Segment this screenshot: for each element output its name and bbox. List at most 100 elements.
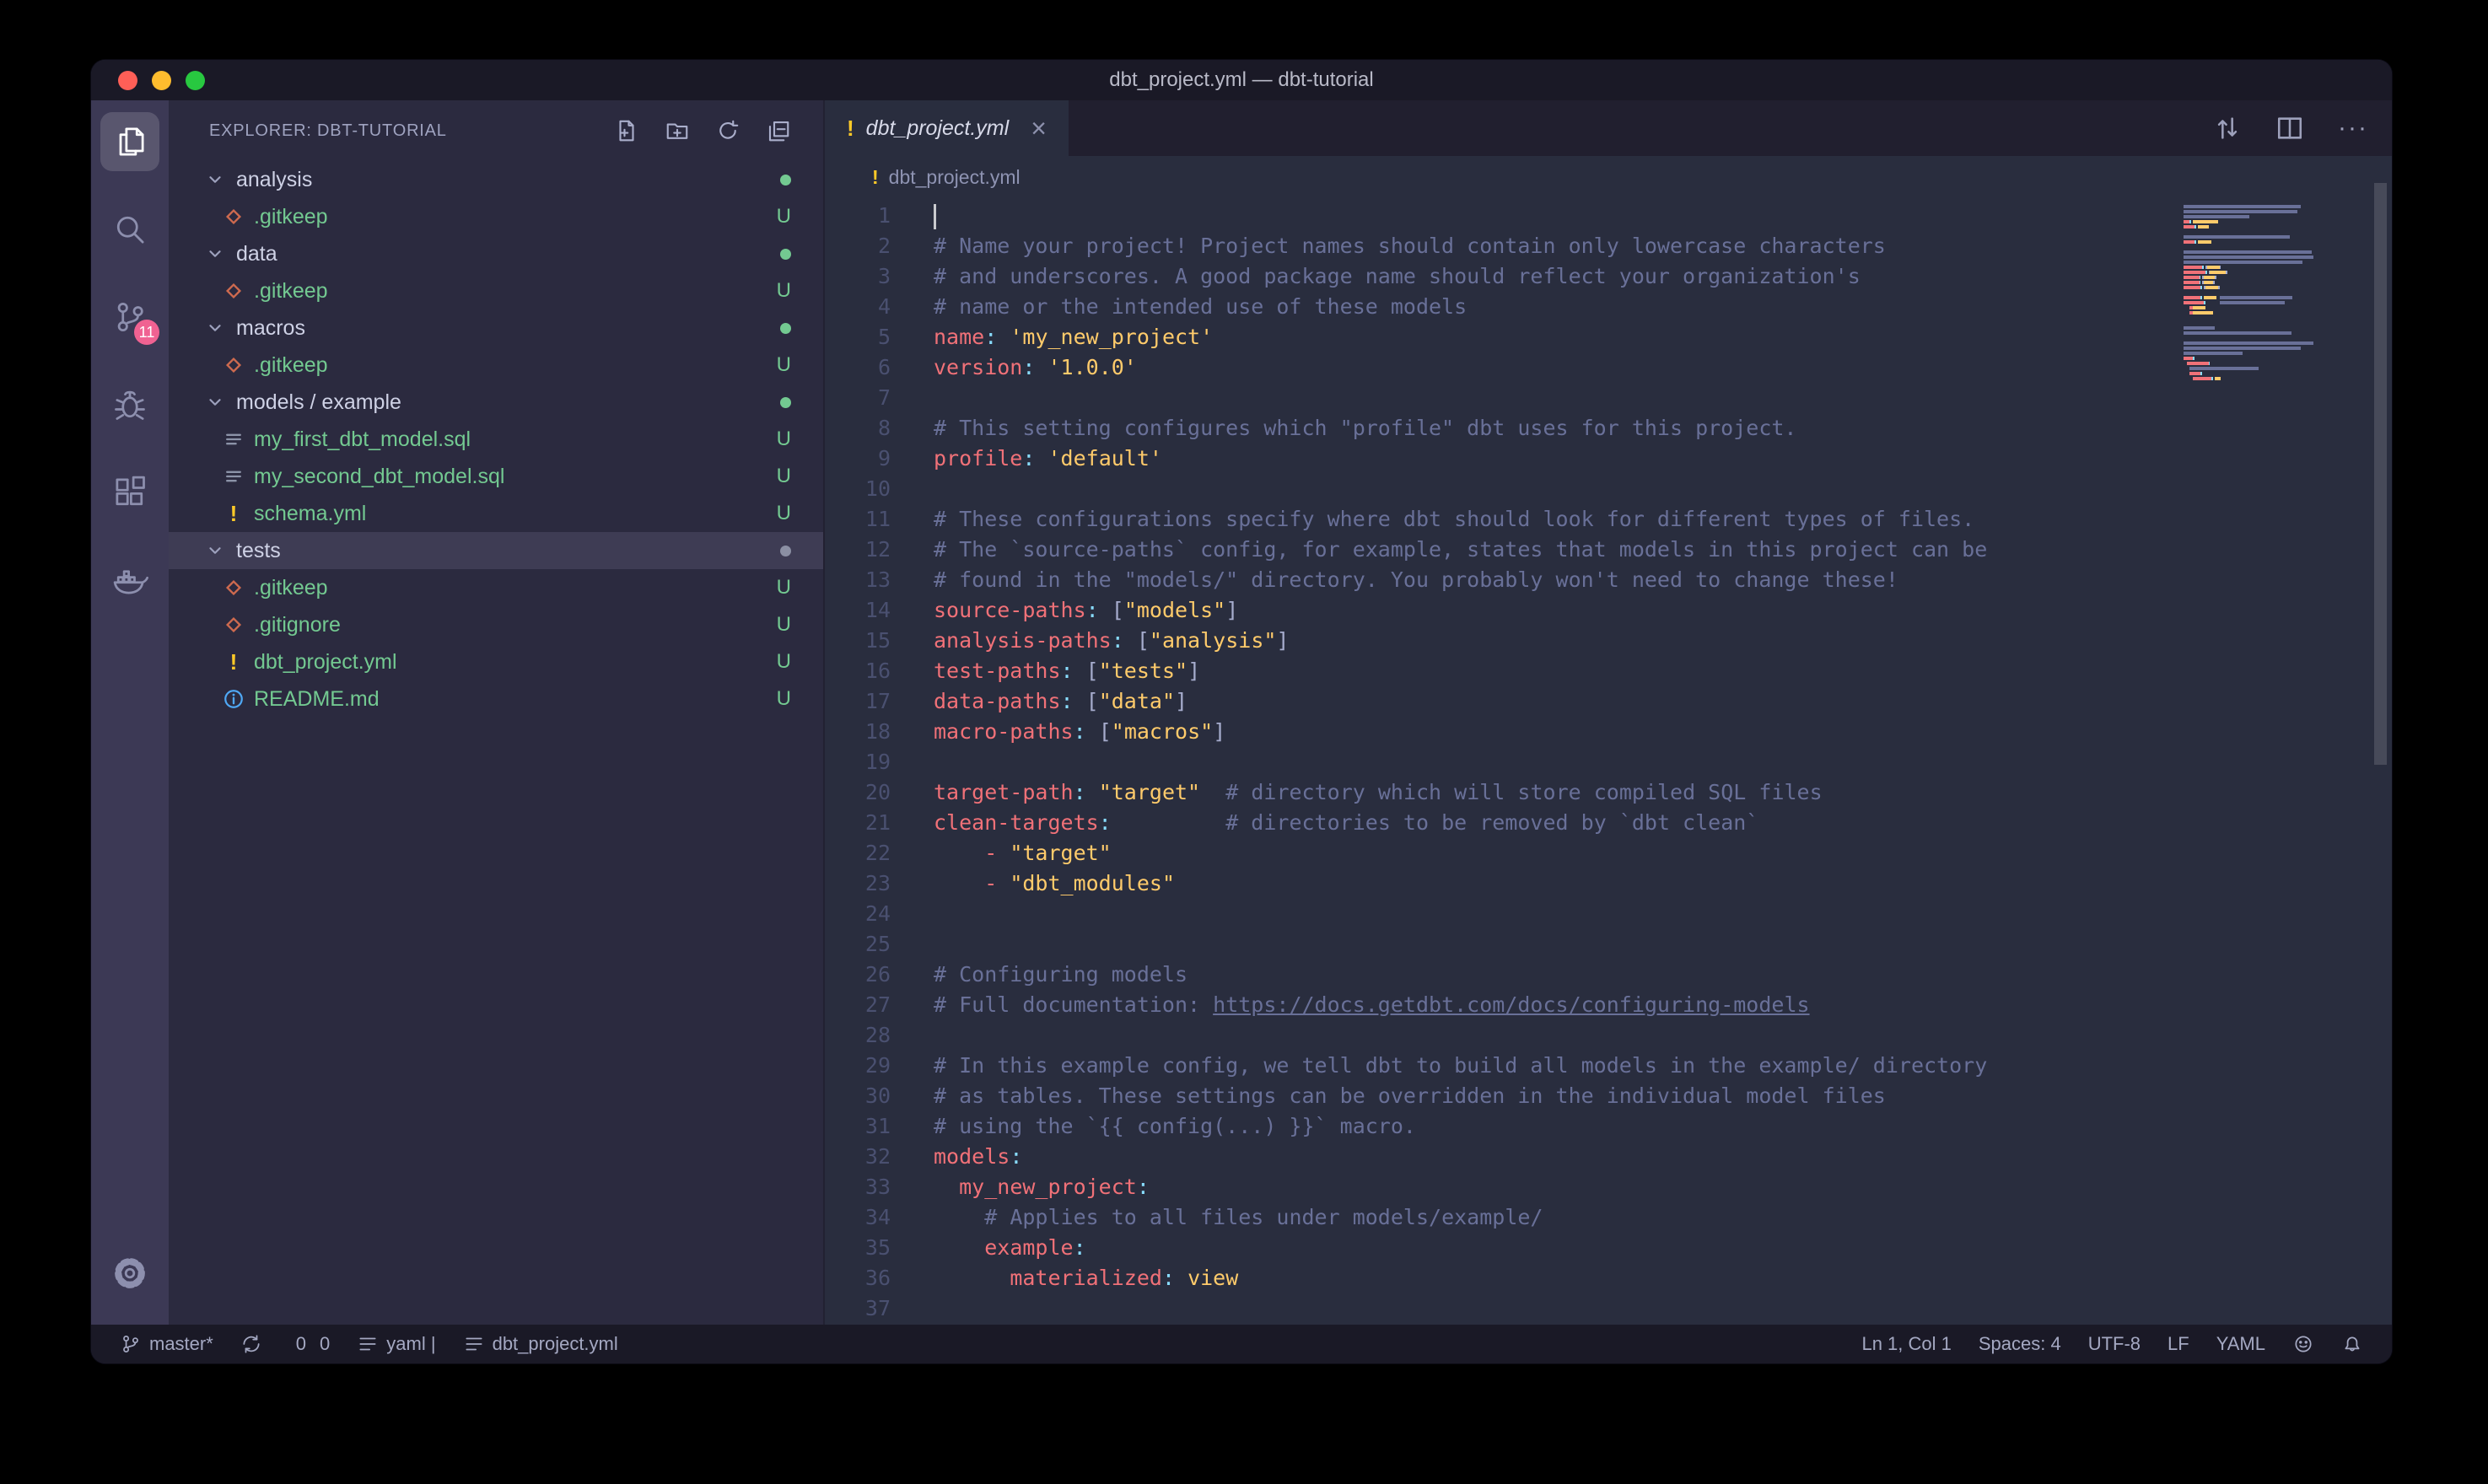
new-folder-icon[interactable] — [665, 118, 690, 143]
folder-modified-dot — [780, 175, 791, 186]
code-line-8[interactable]: # This setting configures which "profile… — [934, 413, 2392, 444]
code-line-26[interactable]: # Configuring models — [934, 960, 2392, 990]
code-line-36[interactable]: materialized: view — [934, 1263, 2392, 1293]
line-number: 36 — [825, 1263, 891, 1293]
debug-icon[interactable] — [100, 375, 159, 434]
code-line-37[interactable] — [934, 1293, 2392, 1324]
open-changes-icon[interactable] — [2213, 114, 2242, 142]
tree-file-schema-yml[interactable]: !schema.ymlU — [169, 495, 823, 532]
tree-file-readme-md[interactable]: README.mdU — [169, 680, 823, 718]
code-line-25[interactable] — [934, 929, 2392, 960]
close-window-button[interactable] — [118, 71, 137, 90]
list-icon — [357, 1333, 379, 1355]
code-line-4[interactable]: # name or the intended use of these mode… — [934, 292, 2392, 322]
branch-status[interactable]: master* — [120, 1333, 213, 1355]
editor-scrollbar[interactable] — [2374, 183, 2387, 765]
code-line-33[interactable]: my_new_project: — [934, 1172, 2392, 1202]
tab-close-icon[interactable]: × — [1031, 115, 1047, 142]
code-line-34[interactable]: # Applies to all files under models/exam… — [934, 1202, 2392, 1233]
new-file-icon[interactable] — [614, 118, 639, 143]
tree-file-gitkeep[interactable]: .gitkeepU — [169, 272, 823, 309]
active-file-status[interactable]: dbt_project.yml — [463, 1333, 618, 1355]
code-line-21[interactable]: clean-targets: # directories to be remov… — [934, 808, 2392, 838]
code-line-18[interactable]: macro-paths: ["macros"] — [934, 717, 2392, 747]
editor-content[interactable]: 1234567891011121314151617181920212223242… — [825, 198, 2392, 1325]
code-line-16[interactable]: test-paths: ["tests"] — [934, 656, 2392, 686]
code-token: ] — [1213, 719, 1225, 744]
notifications-bell-icon[interactable] — [2341, 1333, 2363, 1355]
code-line-15[interactable]: analysis-paths: ["analysis"] — [934, 626, 2392, 656]
code-line-6[interactable]: version: '1.0.0' — [934, 352, 2392, 383]
tree-folder-macros[interactable]: macros — [169, 309, 823, 347]
indentation-status[interactable]: Spaces: 4 — [1979, 1333, 2061, 1355]
tree-file-gitignore[interactable]: .gitignoreU — [169, 606, 823, 643]
code-line-5[interactable]: name: 'my_new_project' — [934, 322, 2392, 352]
code-line-3[interactable]: # and underscores. A good package name s… — [934, 261, 2392, 292]
more-actions-icon[interactable]: ··· — [2338, 114, 2368, 142]
refresh-icon[interactable] — [715, 118, 740, 143]
explorer-icon[interactable] — [100, 112, 159, 171]
feedback-smiley-icon[interactable] — [2292, 1333, 2314, 1355]
problems-status[interactable]: 0 0 — [289, 1333, 331, 1355]
tab-dbt-project-yml[interactable]: ! dbt_project.yml × — [825, 100, 1069, 156]
code-line-9[interactable]: profile: 'default' — [934, 444, 2392, 474]
minimap-line — [2184, 230, 2323, 234]
code-line-35[interactable]: example: — [934, 1233, 2392, 1263]
tree-file-gitkeep[interactable]: .gitkeepU — [169, 198, 823, 235]
sync-status[interactable] — [240, 1333, 262, 1355]
code-line-11[interactable]: # These configurations specify where dbt… — [934, 504, 2392, 535]
tree-file-dbt-project-yml[interactable]: !dbt_project.ymlU — [169, 643, 823, 680]
tree-file-gitkeep[interactable]: .gitkeepU — [169, 569, 823, 606]
breadcrumb[interactable]: ! dbt_project.yml — [825, 156, 2392, 198]
language-status[interactable]: YAML — [2216, 1333, 2265, 1355]
code-line-30[interactable]: # as tables. These settings can be overr… — [934, 1081, 2392, 1111]
code-token: "target" — [1099, 780, 1200, 804]
code-line-24[interactable] — [934, 899, 2392, 929]
tree-file-my-first-dbt-model-sql[interactable]: my_first_dbt_model.sqlU — [169, 421, 823, 458]
code-line-31[interactable]: # using the `{{ config(...) }}` macro. — [934, 1111, 2392, 1142]
code-line-7[interactable] — [934, 383, 2392, 413]
tree-file-my-second-dbt-model-sql[interactable]: my_second_dbt_model.sqlU — [169, 458, 823, 495]
code-line-27[interactable]: # Full documentation: https://docs.getdb… — [934, 990, 2392, 1020]
minimap[interactable] — [2184, 200, 2323, 387]
tree-folder-analysis[interactable]: analysis — [169, 161, 823, 198]
code-line-19[interactable] — [934, 747, 2392, 777]
cursor-position[interactable]: Ln 1, Col 1 — [1861, 1333, 1951, 1355]
search-icon[interactable] — [100, 200, 159, 259]
code-area[interactable]: # Name your project! Project names shoul… — [934, 201, 2392, 1325]
code-line-23[interactable]: - "dbt_modules" — [934, 868, 2392, 899]
code-line-14[interactable]: source-paths: ["models"] — [934, 595, 2392, 626]
code-line-10[interactable] — [934, 474, 2392, 504]
code-line-12[interactable]: # The `source-paths` config, for example… — [934, 535, 2392, 565]
code-line-32[interactable]: models: — [934, 1142, 2392, 1172]
code-line-20[interactable]: target-path: "target" # directory which … — [934, 777, 2392, 808]
tree-file-gitkeep[interactable]: .gitkeepU — [169, 347, 823, 384]
extensions-icon[interactable] — [100, 463, 159, 522]
code-line-13[interactable]: # found in the "models/" directory. You … — [934, 565, 2392, 595]
eol-status[interactable]: LF — [2168, 1333, 2189, 1355]
sql-file-icon — [221, 465, 246, 487]
source-control-icon[interactable]: 11 — [100, 288, 159, 347]
code-line-29[interactable]: # In this example config, we tell dbt to… — [934, 1051, 2392, 1081]
code-line-17[interactable]: data-paths: ["data"] — [934, 686, 2392, 717]
minimap-line — [2184, 316, 2323, 320]
code-line-28[interactable] — [934, 1020, 2392, 1051]
titlebar[interactable]: dbt_project.yml — dbt-tutorial — [91, 60, 2392, 100]
collapse-all-icon[interactable] — [766, 118, 791, 143]
line-number: 31 — [825, 1111, 891, 1142]
encoding-status[interactable]: UTF-8 — [2088, 1333, 2141, 1355]
code-line-22[interactable]: - "target" — [934, 838, 2392, 868]
code-line-2[interactable]: # Name your project! Project names shoul… — [934, 231, 2392, 261]
code-line-1[interactable] — [934, 201, 2392, 231]
docker-icon[interactable] — [100, 551, 159, 610]
settings-gear-icon[interactable] — [100, 1244, 159, 1303]
code-token — [934, 1266, 1010, 1290]
minimize-window-button[interactable] — [152, 71, 171, 90]
yaml-mode-status[interactable]: yaml | — [357, 1333, 435, 1355]
zoom-window-button[interactable] — [186, 71, 205, 90]
tree-folder-models-example[interactable]: models / example — [169, 384, 823, 421]
tree-folder-data[interactable]: data — [169, 235, 823, 272]
tree-folder-tests[interactable]: tests — [169, 532, 823, 569]
split-editor-icon[interactable] — [2275, 114, 2304, 142]
git-untracked-badge: U — [777, 427, 791, 451]
